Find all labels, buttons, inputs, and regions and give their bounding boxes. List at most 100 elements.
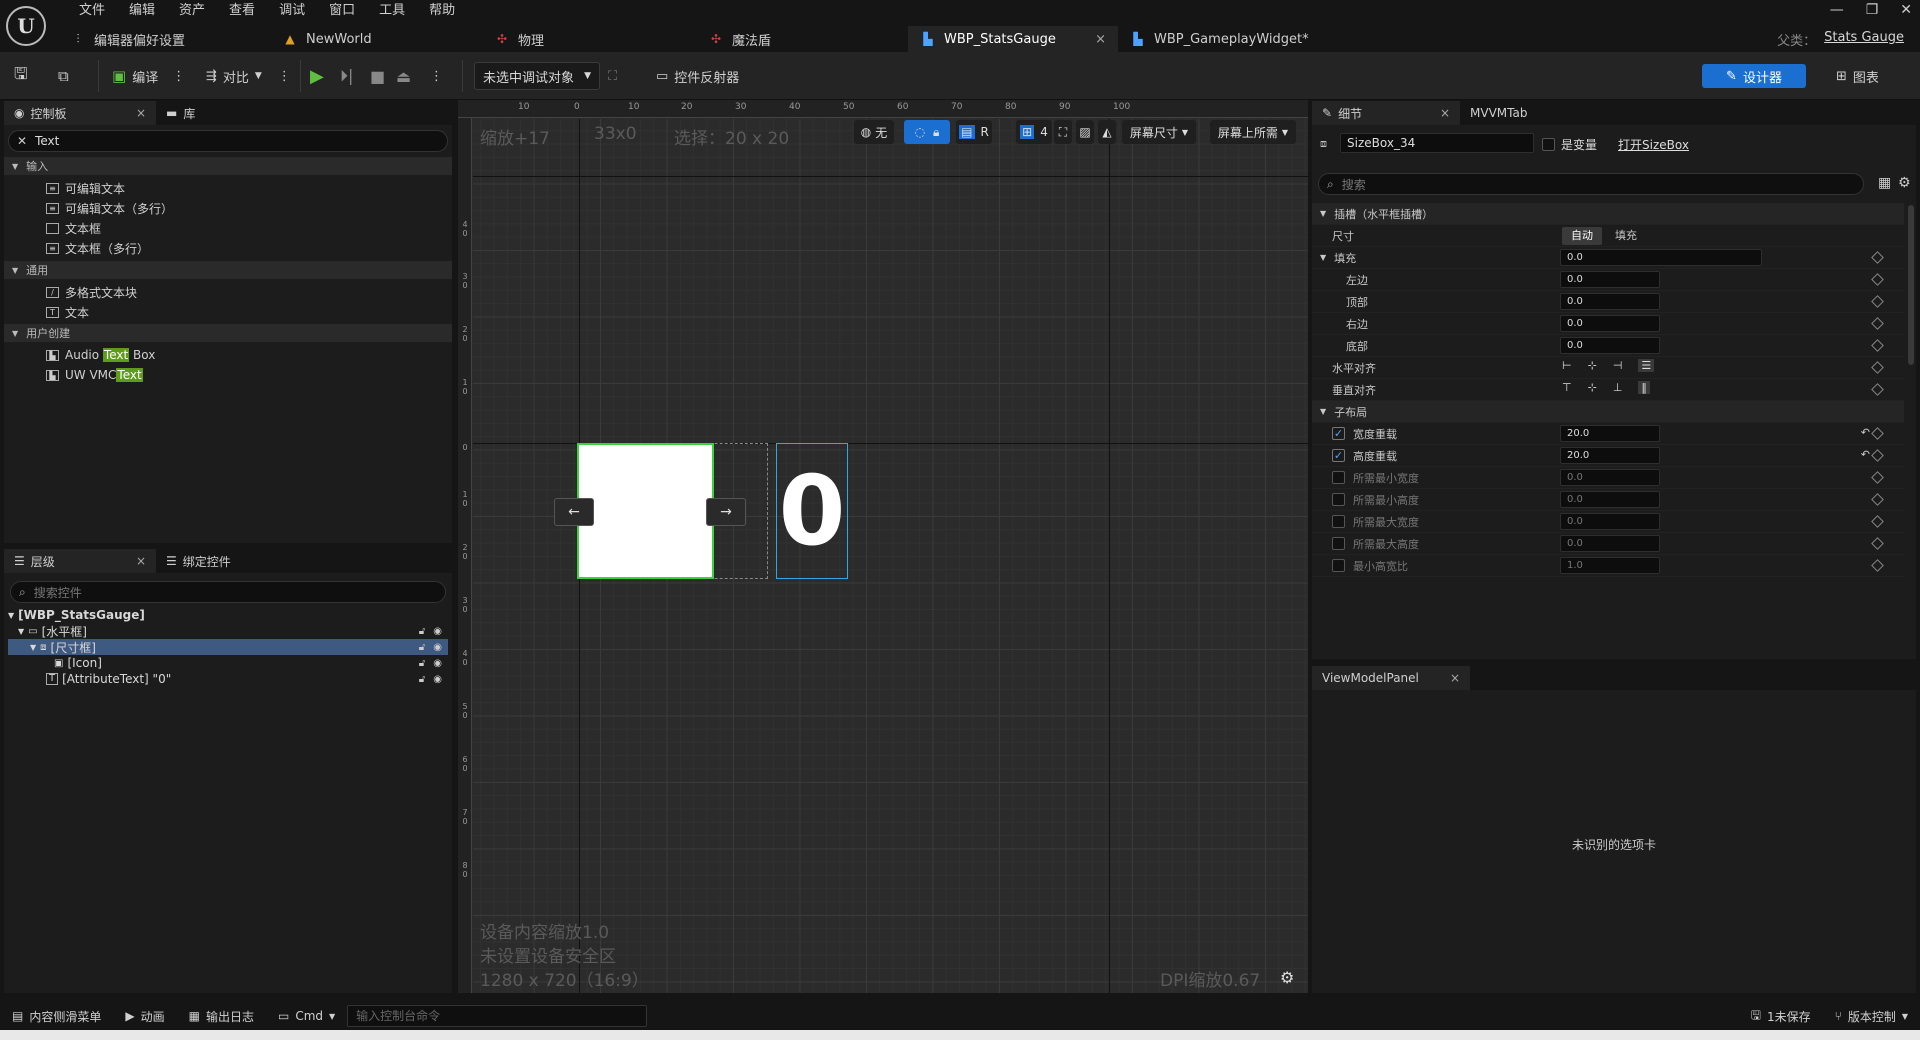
size-auto-button[interactable]: 自动 <box>1562 227 1602 245</box>
min-width-input[interactable]: 0.0 <box>1560 469 1660 486</box>
restore-icon[interactable]: ❐ <box>1866 0 1879 20</box>
size-box-preview[interactable] <box>577 443 714 579</box>
lock-icon[interactable]: 🔓︎ <box>419 674 425 685</box>
align-bottom-icon[interactable]: ⊥ <box>1613 381 1623 394</box>
respect-locks-toggle[interactable]: ◌ 🔒︎ <box>904 120 950 144</box>
localization-preview-button[interactable]: ◍ 无 <box>854 120 894 144</box>
category-common[interactable]: ▼ 通用 <box>4 261 452 279</box>
hierarchy-row-size-box[interactable]: ▼ ⧈ [尺寸框] 🔓︎ ◉ <box>8 639 448 655</box>
min-aspect-checkbox[interactable] <box>1332 559 1345 572</box>
reset-diamond-icon[interactable] <box>1871 515 1884 528</box>
tab-details[interactable]: ✎ 细节 × <box>1312 101 1460 125</box>
reset-diamond-icon[interactable] <box>1871 339 1884 352</box>
size-fill-button[interactable]: 填充 <box>1606 227 1646 245</box>
eye-icon[interactable]: ◉ <box>433 658 442 669</box>
reset-arrow-icon[interactable]: ↶ <box>1861 426 1870 439</box>
console-command-input[interactable]: 输入控制台命令 <box>347 1005 648 1027</box>
padding-top-input[interactable]: 0.0 <box>1560 293 1660 310</box>
height-override-input[interactable]: 20.0 <box>1560 447 1660 464</box>
tab-newworld[interactable]: ▲ NewWorld <box>270 26 482 52</box>
open-sizebox-link[interactable]: 打开SizeBox <box>1618 136 1689 153</box>
compile-button[interactable]: ▣ 编译 ⋮ <box>112 62 185 90</box>
reset-diamond-icon[interactable] <box>1871 559 1884 572</box>
section-slot[interactable]: ▼ 插槽（水平框插槽） <box>1312 203 1904 225</box>
tab-viewmodel-panel[interactable]: ViewModelPanel × <box>1312 666 1470 690</box>
reset-diamond-icon[interactable] <box>1871 427 1884 440</box>
lock-icon[interactable]: 🔓︎ <box>419 626 425 637</box>
max-width-input[interactable]: 0.0 <box>1560 513 1660 530</box>
hierarchy-row-root[interactable]: ▼ [WBP_StatsGauge] <box>8 607 448 623</box>
height-override-checkbox[interactable] <box>1332 449 1345 462</box>
menu-tools[interactable]: 工具 <box>367 2 417 20</box>
palette-item-textbox-multiline[interactable]: ≡ 文本框（多行） <box>46 239 149 257</box>
browse-button[interactable]: ⧉ <box>58 62 69 90</box>
fill-screen-dropdown[interactable]: 屏幕上所需 ▼ <box>1210 120 1296 144</box>
clear-search-icon[interactable]: ✕ <box>17 134 27 148</box>
width-override-input[interactable]: 20.0 <box>1560 425 1660 442</box>
min-width-checkbox[interactable] <box>1332 471 1345 484</box>
tab-hierarchy[interactable]: ☰ 层级 × <box>4 549 156 573</box>
section-child-layout[interactable]: ▼ 子布局 <box>1312 401 1904 423</box>
palette-search-input[interactable]: ✕ Text <box>8 130 448 152</box>
close-tab-icon[interactable]: × <box>1420 106 1450 120</box>
menu-debug[interactable]: 调试 <box>267 2 317 20</box>
layout-transform-toggle[interactable]: ▤ R <box>956 120 992 144</box>
menu-assets[interactable]: 资产 <box>167 2 217 20</box>
output-log-button[interactable]: ▦ 输出日志 <box>177 1002 266 1030</box>
category-input[interactable]: ▼ 输入 <box>4 157 452 175</box>
align-right-icon[interactable]: ⊣ <box>1613 359 1623 372</box>
lock-icon[interactable]: 🔓︎ <box>419 658 425 669</box>
padding-right-input[interactable]: 0.0 <box>1560 315 1660 332</box>
designer-viewport[interactable]: 10 0 10 20 30 40 50 60 70 80 90 100 4 03 02 01 001 … <box>458 100 1308 993</box>
reset-diamond-icon[interactable] <box>1871 537 1884 550</box>
eye-icon[interactable]: ◉ <box>433 674 442 685</box>
reset-diamond-icon[interactable] <box>1871 471 1884 484</box>
content-drawer-button[interactable]: ▤ 内容侧滑菜单 <box>0 1002 113 1030</box>
align-center-icon[interactable]: ⊹ <box>1588 359 1597 372</box>
hierarchy-search-input[interactable]: ⌕ 搜索控件 <box>10 581 446 603</box>
palette-item-rich-text-block[interactable]: / 多格式文本块 <box>46 283 137 301</box>
animation-button[interactable]: ▶ 动画 <box>113 1002 176 1030</box>
outline-toggle[interactable]: ⛶ <box>1054 120 1072 144</box>
tab-mvvm[interactable]: MVVMTab <box>1460 101 1550 125</box>
reset-diamond-icon[interactable] <box>1871 449 1884 462</box>
eye-icon[interactable]: ◉ <box>433 642 442 653</box>
menu-file[interactable]: 文件 <box>67 2 117 20</box>
grid-snap-toggle[interactable]: ⊞ 4 <box>1016 120 1052 144</box>
menu-view[interactable]: 查看 <box>217 2 267 20</box>
width-override-checkbox[interactable] <box>1332 427 1345 440</box>
align-fill-vertical-icon[interactable]: ‖ <box>1638 381 1650 394</box>
max-width-checkbox[interactable] <box>1332 515 1345 528</box>
save-button[interactable]: 🖫 <box>14 62 28 90</box>
menu-edit[interactable]: 编辑 <box>117 2 167 20</box>
reset-diamond-icon[interactable] <box>1871 295 1884 308</box>
screen-size-dropdown[interactable]: 屏幕尺寸 ▼ <box>1122 120 1196 144</box>
max-height-input[interactable]: 0.0 <box>1560 535 1660 552</box>
palette-item-text[interactable]: T 文本 <box>46 303 89 321</box>
reset-arrow-icon[interactable]: ↶ <box>1861 448 1870 461</box>
dpi-settings-gear-icon[interactable]: ⚙ <box>1280 968 1294 987</box>
close-tab-icon[interactable]: × <box>1430 671 1460 685</box>
move-left-arrow-icon[interactable]: ← <box>554 498 594 526</box>
eject-button[interactable]: ⏏ <box>396 62 411 90</box>
tab-bind-widgets[interactable]: ☰ 绑定控件 <box>156 549 256 573</box>
flip-toggle[interactable]: ◭ <box>1098 120 1116 144</box>
palette-item-editable-text-multiline[interactable]: ≡ 可编辑文本（多行） <box>46 199 173 217</box>
widget-reflector-button[interactable]: ▭ 控件反射器 <box>656 62 739 90</box>
menu-help[interactable]: 帮助 <box>417 2 467 20</box>
align-top-icon[interactable]: ⊤ <box>1562 381 1572 394</box>
close-tab-icon[interactable]: × <box>116 106 146 120</box>
close-tab-icon[interactable]: × <box>116 554 146 568</box>
reset-diamond-icon[interactable] <box>1871 317 1884 330</box>
padding-left-input[interactable]: 0.0 <box>1560 271 1660 288</box>
debug-object-select[interactable]: 未选中调试对象 ▼ <box>474 62 600 90</box>
min-aspect-input[interactable]: 1.0 <box>1560 557 1660 574</box>
stop-button[interactable]: ■ <box>370 62 385 90</box>
tab-library[interactable]: ▬ 库 <box>156 101 226 125</box>
tab-magic-shield[interactable]: ✣ 魔法盾 <box>696 26 908 52</box>
cmd-dropdown[interactable]: ▭ Cmd ▼ <box>266 1002 347 1030</box>
close-tab-icon[interactable]: × <box>1065 32 1106 47</box>
reset-diamond-icon[interactable] <box>1871 493 1884 506</box>
parent-class-link[interactable]: Stats Gauge <box>1824 30 1904 49</box>
align-left-icon[interactable]: ⊢ <box>1562 359 1572 372</box>
